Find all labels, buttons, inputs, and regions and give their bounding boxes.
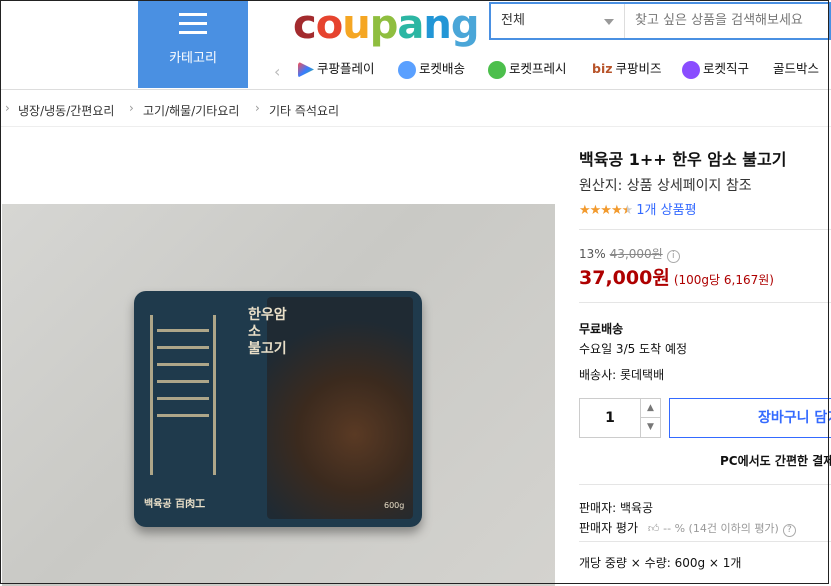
- brand-mark: [150, 315, 216, 475]
- category-menu-button[interactable]: 카테고리: [138, 0, 248, 88]
- nav-prev-arrow-icon[interactable]: ‹: [274, 62, 280, 81]
- pc-payment-note: PC에서도 간편한 결제: [720, 454, 831, 468]
- package-title: 한우암소 불고기: [248, 307, 287, 357]
- original-price: 43,000원: [609, 247, 663, 261]
- product-image[interactable]: 한우암소 불고기 백육공 百肉工 600g: [2, 204, 555, 586]
- logo-letter: o: [315, 2, 344, 48]
- logo-letter: p: [369, 2, 399, 48]
- search-category-value: 전체: [501, 13, 525, 28]
- discount-rate: 13%: [579, 247, 606, 261]
- shipping-label: 무료배송: [579, 322, 624, 336]
- rocket-global-icon: [682, 60, 700, 79]
- hamburger-icon: [179, 13, 207, 35]
- nav-item-rocket-global[interactable]: 로켓직구: [682, 58, 749, 80]
- carrier: 배송사: 롯데택배: [579, 368, 665, 382]
- breadcrumb-separator-icon: ›: [129, 101, 134, 115]
- quantity-increase-button[interactable]: ▲: [640, 399, 660, 418]
- quantity-stepper: 1 ▲ ▼: [579, 398, 661, 438]
- breadcrumb-item[interactable]: 고기/해물/기타요리: [143, 102, 239, 119]
- breadcrumb-item[interactable]: 냉장/냉동/간편요리: [18, 102, 114, 119]
- price-row: 37,000원 (100g당 6,167원): [579, 263, 774, 290]
- biz-icon: biz: [592, 61, 613, 76]
- chevron-down-icon: [604, 19, 614, 25]
- divider: [579, 541, 831, 542]
- logo-letter: c: [293, 2, 317, 48]
- seller-rating-label: 판매자 평가: [579, 521, 639, 535]
- info-icon[interactable]: i: [666, 250, 680, 263]
- discount-row: 13% 43,000원 i: [579, 245, 680, 263]
- nav-label: 로켓배송: [419, 61, 466, 76]
- product-package: 한우암소 불고기 백육공 百肉工 600g: [134, 291, 422, 527]
- category-label: 카테고리: [169, 51, 217, 66]
- play-icon: [298, 61, 314, 78]
- search-category-select[interactable]: 전체: [491, 4, 625, 38]
- quantity-input[interactable]: 1: [580, 399, 640, 437]
- breadcrumb-item[interactable]: 기타 즉석요리: [269, 102, 339, 119]
- rocket-fresh-icon: [488, 60, 506, 79]
- arrival-date: 수요일 3/5 도착 예정: [579, 342, 688, 356]
- package-brand: 백육공 百肉工: [144, 499, 206, 510]
- review-count-link[interactable]: 1개 상품평: [636, 203, 696, 218]
- divider: [579, 229, 831, 230]
- nav-label: 쿠팡비즈: [615, 61, 662, 76]
- seller-rating-value: -- % (14건 이하의 평가): [663, 522, 779, 535]
- rocket-icon: [398, 60, 416, 79]
- search-bar: 전체 찾고 싶은 상품을 검색해보세요: [489, 2, 831, 40]
- rating-row[interactable]: ★★★★★ 1개 상품평: [579, 199, 697, 218]
- star-rating-icon: ★★★★★: [579, 203, 633, 218]
- thumbs-up-icon: 👍︎: [647, 522, 660, 535]
- coupang-logo[interactable]: coupang: [293, 2, 480, 48]
- logo-letter: u: [342, 2, 371, 48]
- divider: [579, 302, 831, 303]
- seller-name[interactable]: 판매자: 백육공: [579, 499, 653, 516]
- search-input[interactable]: 찾고 싶은 상품을 검색해보세요: [635, 4, 803, 38]
- breadcrumb-separator-icon: ›: [5, 101, 10, 115]
- breadcrumb: › 냉장/냉동/간편요리 › 고기/해물/기타요리 › 기타 즉석요리: [0, 89, 831, 127]
- product-origin: 원산지: 상품 상세페이지 참조: [579, 178, 752, 194]
- product-title: 백육공 1++ 한우 암소 불고기: [579, 150, 787, 169]
- nav-item-rocket-fresh[interactable]: 로켓프레시: [488, 58, 567, 80]
- nav-item-coupang-biz[interactable]: biz 쿠팡비즈: [592, 58, 662, 80]
- nav-item-gold-box[interactable]: 골드박스: [773, 58, 819, 80]
- nav-label: 로켓프레시: [509, 61, 567, 76]
- package-weight: 600g: [384, 501, 405, 510]
- sale-price: 37,000원: [579, 267, 670, 289]
- logo-letter: a: [397, 2, 424, 48]
- nav-item-rocket-delivery[interactable]: 로켓배송: [398, 58, 465, 80]
- option-summary: 개당 중량 × 수량: 600g × 1개: [579, 556, 742, 570]
- seller-rating-row: 판매자 평가 👍︎ -- % (14건 이하의 평가)?: [579, 519, 796, 537]
- nav-label: 로켓직구: [703, 61, 750, 76]
- nav-label: 골드박스: [773, 61, 820, 76]
- logo-letter: n: [423, 2, 452, 48]
- logo-letter: g: [450, 2, 480, 48]
- unit-price: (100g당 6,167원): [673, 273, 774, 287]
- nav-item-coupang-play[interactable]: 쿠팡플레이: [298, 58, 375, 80]
- add-to-cart-button[interactable]: 장바구니 담기: [669, 398, 831, 438]
- nav-label: 쿠팡플레이: [317, 61, 375, 76]
- help-icon[interactable]: ?: [782, 524, 796, 537]
- quantity-decrease-button[interactable]: ▼: [640, 418, 660, 437]
- breadcrumb-separator-icon: ›: [255, 101, 260, 115]
- divider: [579, 484, 831, 485]
